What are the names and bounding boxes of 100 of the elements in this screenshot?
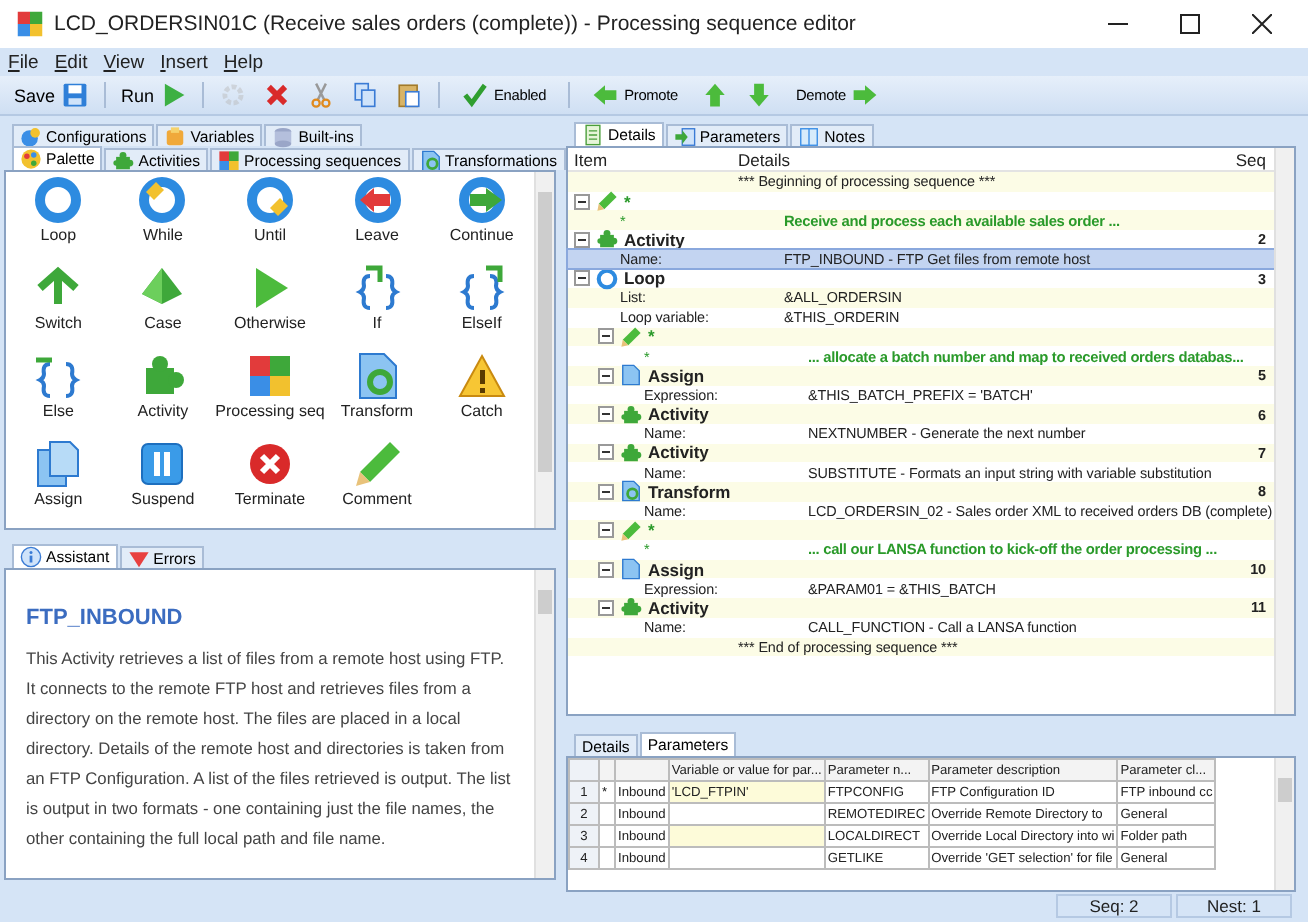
right-arrow-icon bbox=[851, 82, 878, 108]
tree-item[interactable]: * bbox=[648, 520, 655, 541]
assistant-description: This Activity retrieves a list of files from a remote host using FTP. It connects to the remote FTP host and retrieves files from a directory on the remote host. The files are placed in a local directory. Details of the remote host and directories is taken from an FTP Configuration. A list of the files retrieved is output. The list is output in two formats - one containing just the file names, the other containing the full local path and file name. bbox=[26, 646, 513, 852]
tree-item[interactable]: Assign bbox=[648, 365, 705, 386]
document-icon bbox=[582, 124, 604, 146]
value-field[interactable] bbox=[668, 847, 825, 870]
palette-item-label[interactable]: Leave bbox=[355, 226, 399, 244]
column-header[interactable]: Item bbox=[568, 149, 738, 169]
down-arrow-icon bbox=[746, 82, 772, 108]
document-icon bbox=[620, 364, 642, 387]
palette-item-label[interactable]: Processing seq bbox=[215, 402, 325, 420]
palette-item-label[interactable]: Catch bbox=[460, 402, 503, 420]
scrollbar[interactable] bbox=[534, 172, 554, 528]
book-icon bbox=[798, 125, 821, 147]
menu-item[interactable]: Edit bbox=[54, 51, 88, 73]
collapse-icon[interactable] bbox=[598, 483, 614, 500]
palette-item-label[interactable]: Terminate bbox=[234, 490, 306, 508]
tree-item[interactable]: Activity bbox=[648, 597, 709, 618]
braces-icon bbox=[457, 264, 506, 312]
scrollbar[interactable] bbox=[1274, 758, 1294, 890]
palette-item-label[interactable]: Suspend bbox=[131, 490, 195, 508]
document-icon bbox=[419, 149, 441, 171]
puzzle-icon bbox=[620, 403, 642, 426]
arrow-icon bbox=[673, 125, 696, 147]
loop-icon bbox=[353, 176, 401, 224]
palette-icon bbox=[20, 148, 42, 170]
box-icon bbox=[164, 125, 187, 147]
close-icon[interactable] bbox=[1252, 14, 1272, 34]
palette-item-label[interactable]: Assign bbox=[34, 490, 83, 508]
loop-icon bbox=[245, 176, 294, 224]
pencil-icon bbox=[353, 440, 401, 488]
puzzle-icon bbox=[596, 228, 618, 251]
app-icon bbox=[16, 10, 44, 38]
run-button[interactable]: Run bbox=[115, 80, 193, 110]
status-field: Nest: 1 bbox=[1176, 894, 1292, 918]
tree-item[interactable]: Activity bbox=[648, 404, 709, 425]
save-button[interactable]: Save bbox=[8, 80, 94, 110]
palette-item-label[interactable]: Continue bbox=[449, 226, 514, 244]
collapse-icon[interactable] bbox=[574, 193, 590, 210]
palette-item-label[interactable]: Else bbox=[42, 402, 74, 420]
checkmark-icon bbox=[462, 82, 489, 108]
collapse-icon[interactable] bbox=[574, 231, 590, 248]
collapse-icon[interactable] bbox=[598, 561, 614, 578]
window-title: LCD_ORDERSIN01C (Receive sales orders (complete)) - Processing sequence editor bbox=[54, 12, 858, 36]
tree-item[interactable]: * bbox=[648, 326, 655, 347]
palette-item-label[interactable]: Otherwise bbox=[233, 314, 306, 332]
database-icon bbox=[272, 125, 295, 147]
left-arrow-icon bbox=[592, 82, 619, 108]
scrollbar[interactable] bbox=[534, 570, 554, 878]
collapse-icon[interactable] bbox=[598, 328, 614, 345]
menu-item[interactable]: Insert bbox=[160, 51, 208, 73]
tree-item[interactable]: Assign bbox=[648, 559, 705, 580]
puzzle-icon bbox=[218, 149, 241, 171]
palette-item-label[interactable]: Comment bbox=[342, 490, 412, 508]
palette-item-label[interactable]: Switch bbox=[34, 314, 82, 332]
scissors-icon bbox=[308, 82, 335, 108]
gear-icon bbox=[220, 82, 247, 108]
warning-icon bbox=[457, 352, 506, 400]
tree-item[interactable]: Loop bbox=[624, 268, 666, 289]
pause-icon bbox=[138, 440, 187, 488]
copy-icon bbox=[352, 82, 379, 108]
loop-icon bbox=[596, 267, 618, 290]
tree-item[interactable]: * bbox=[624, 191, 631, 212]
value-field[interactable] bbox=[668, 825, 825, 848]
status-field: Seq: 2 bbox=[1056, 894, 1172, 918]
collapse-icon[interactable] bbox=[598, 406, 614, 423]
palette-item-label[interactable]: Loop bbox=[40, 226, 77, 244]
menu-item[interactable]: File bbox=[8, 51, 39, 73]
document-icon bbox=[353, 352, 401, 400]
collapse-icon[interactable] bbox=[598, 367, 614, 384]
delete-icon bbox=[264, 82, 291, 108]
column-header[interactable]: Seq bbox=[1214, 149, 1274, 169]
menu-item[interactable]: View bbox=[103, 51, 145, 73]
palette-item-label[interactable]: While bbox=[142, 226, 183, 244]
palette-item-label[interactable]: If bbox=[372, 314, 382, 332]
palette-item-label[interactable]: ElseIf bbox=[461, 314, 502, 332]
palette-item-label[interactable]: Until bbox=[253, 226, 286, 244]
pencil-icon bbox=[620, 325, 642, 348]
pencil-icon bbox=[596, 190, 618, 213]
scrollbar[interactable] bbox=[1274, 148, 1294, 715]
maximize-icon[interactable] bbox=[1180, 14, 1200, 34]
palette-item-label[interactable]: Transform bbox=[340, 402, 414, 420]
palette-item-label[interactable]: Activity bbox=[137, 402, 189, 420]
collapse-icon[interactable] bbox=[574, 270, 590, 287]
palette-item-label[interactable]: Case bbox=[144, 314, 182, 332]
play-icon bbox=[160, 82, 187, 108]
collapse-icon[interactable] bbox=[598, 444, 614, 461]
column-header[interactable]: Details bbox=[738, 149, 1214, 169]
menu-item[interactable]: Help bbox=[223, 51, 263, 73]
info-icon bbox=[20, 546, 42, 568]
braces-icon bbox=[34, 352, 83, 400]
loop-icon bbox=[138, 176, 187, 224]
puzzle-icon bbox=[112, 149, 135, 171]
puzzle-icon bbox=[620, 441, 642, 464]
braces-icon bbox=[353, 264, 401, 312]
tree-item[interactable]: Activity bbox=[624, 229, 685, 250]
tree-item[interactable]: Activity bbox=[648, 442, 709, 463]
tree-item[interactable]: Transform bbox=[648, 481, 731, 502]
collapse-icon[interactable] bbox=[598, 599, 614, 616]
collapse-icon[interactable] bbox=[598, 522, 614, 539]
